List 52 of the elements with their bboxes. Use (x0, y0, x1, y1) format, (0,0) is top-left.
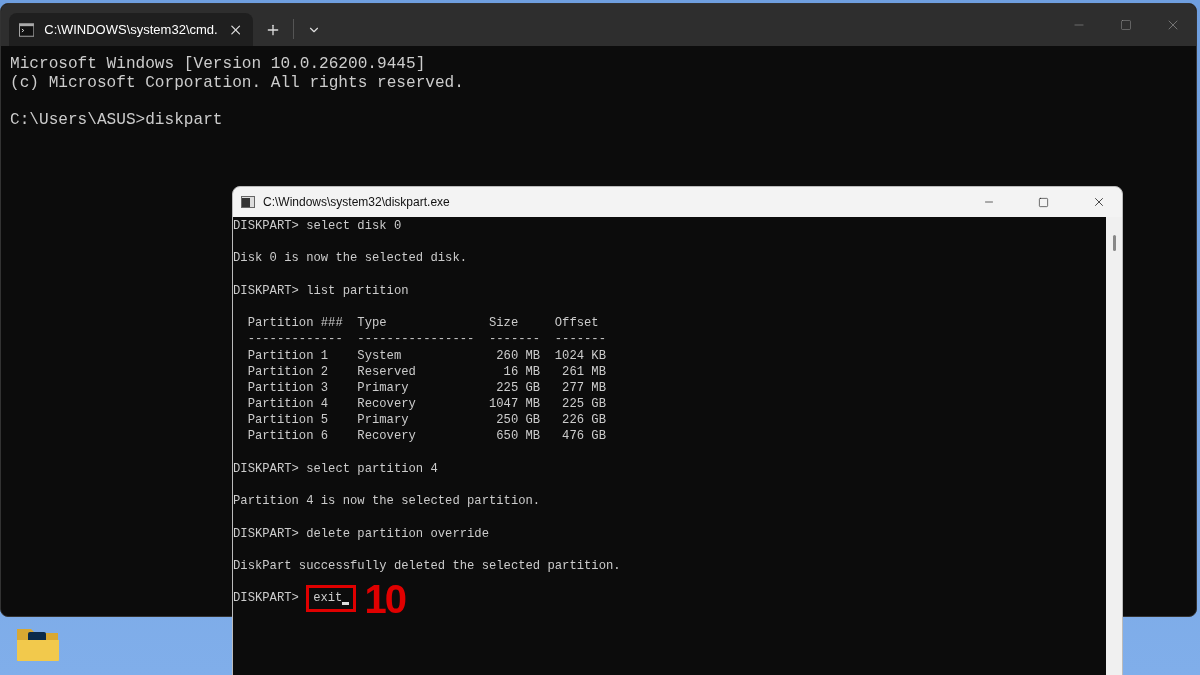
table-cell-text: 476 GB (561, 428, 606, 445)
column-header: Partition ### (247, 315, 343, 332)
column-separator: ------- (554, 331, 606, 348)
table-cell-text: Partition 6 (247, 428, 330, 445)
console-line: Partition 4 is now the selected partition. (233, 493, 542, 510)
maximize-icon (1119, 19, 1132, 31)
console-line: (c) Microsoft Corporation. All rights reserved. (10, 73, 465, 92)
table-cell: 1047 MB (488, 396, 541, 413)
console-line: DISKPART> select disk 0 (233, 218, 403, 235)
step-number: 10 (364, 583, 405, 614)
folder-icon[interactable] (16, 626, 60, 662)
console-line: DISKPART> select partition 4 (233, 460, 439, 478)
table-cell-text: System (357, 347, 403, 364)
table-cell-text: Partition 1 (247, 347, 330, 364)
table-cell-text: 16 MB (502, 363, 541, 380)
table-cell-text: Reserved (357, 363, 417, 380)
console-line: Microsoft Windows [Version 10.0.26200.9445] (10, 55, 427, 74)
table-cell-text: Partition 4 (247, 396, 330, 413)
table-cell-text: Partition 2 (247, 363, 330, 380)
table-cell-text: Primary (357, 379, 410, 397)
table-cell-text: 225 GB (561, 396, 606, 413)
terminal-tab[interactable]: C:\WINDOWS\system32\cmd. (9, 13, 253, 46)
column-separator: ------------- (247, 331, 343, 348)
table-cell-text: 226 GB (561, 412, 606, 429)
console-line: DISKPART> list partition (233, 282, 410, 299)
column-header: Type (357, 315, 388, 332)
console-line: C:\Users\ASUS>diskpart (10, 110, 224, 129)
table-cell-text: 277 MB (561, 379, 606, 397)
table-cell-text: 260 MB (495, 347, 541, 364)
table-cell-text: 650 MB (495, 428, 541, 445)
window-title: C:\Windows\system32\diskpart.exe (263, 195, 451, 209)
table-cell-text: Partition 5 (247, 412, 330, 429)
table-cell-text: Partition 3 (247, 379, 330, 397)
column-separator: ------- (488, 331, 541, 348)
table-cell-text: 250 GB (495, 412, 541, 429)
console-icon (19, 22, 35, 37)
column-header: Size (488, 315, 520, 332)
table-cell-text: 225 GB (495, 379, 541, 397)
console-line: Disk 0 is now the selected disk. (233, 250, 469, 267)
console-line: DiskPart successfully deleted the selected partition. (233, 558, 622, 575)
column-separator: ---------------- (357, 331, 475, 348)
table-cell-text: 261 MB (561, 363, 606, 380)
table-cell: 1024 KB (554, 347, 606, 364)
table-cell-text: Primary (357, 412, 410, 429)
table-cell-text: Recovery (357, 396, 417, 413)
column-header: Offset (554, 315, 600, 332)
console-line: DISKPART> delete partition override (233, 525, 490, 542)
table-cell-text: Recovery (357, 428, 417, 445)
prompt-text: DISKPART> (233, 590, 299, 607)
maximize-icon (1038, 196, 1049, 208)
console-icon (241, 196, 255, 208)
command-text: exit (313, 590, 343, 607)
